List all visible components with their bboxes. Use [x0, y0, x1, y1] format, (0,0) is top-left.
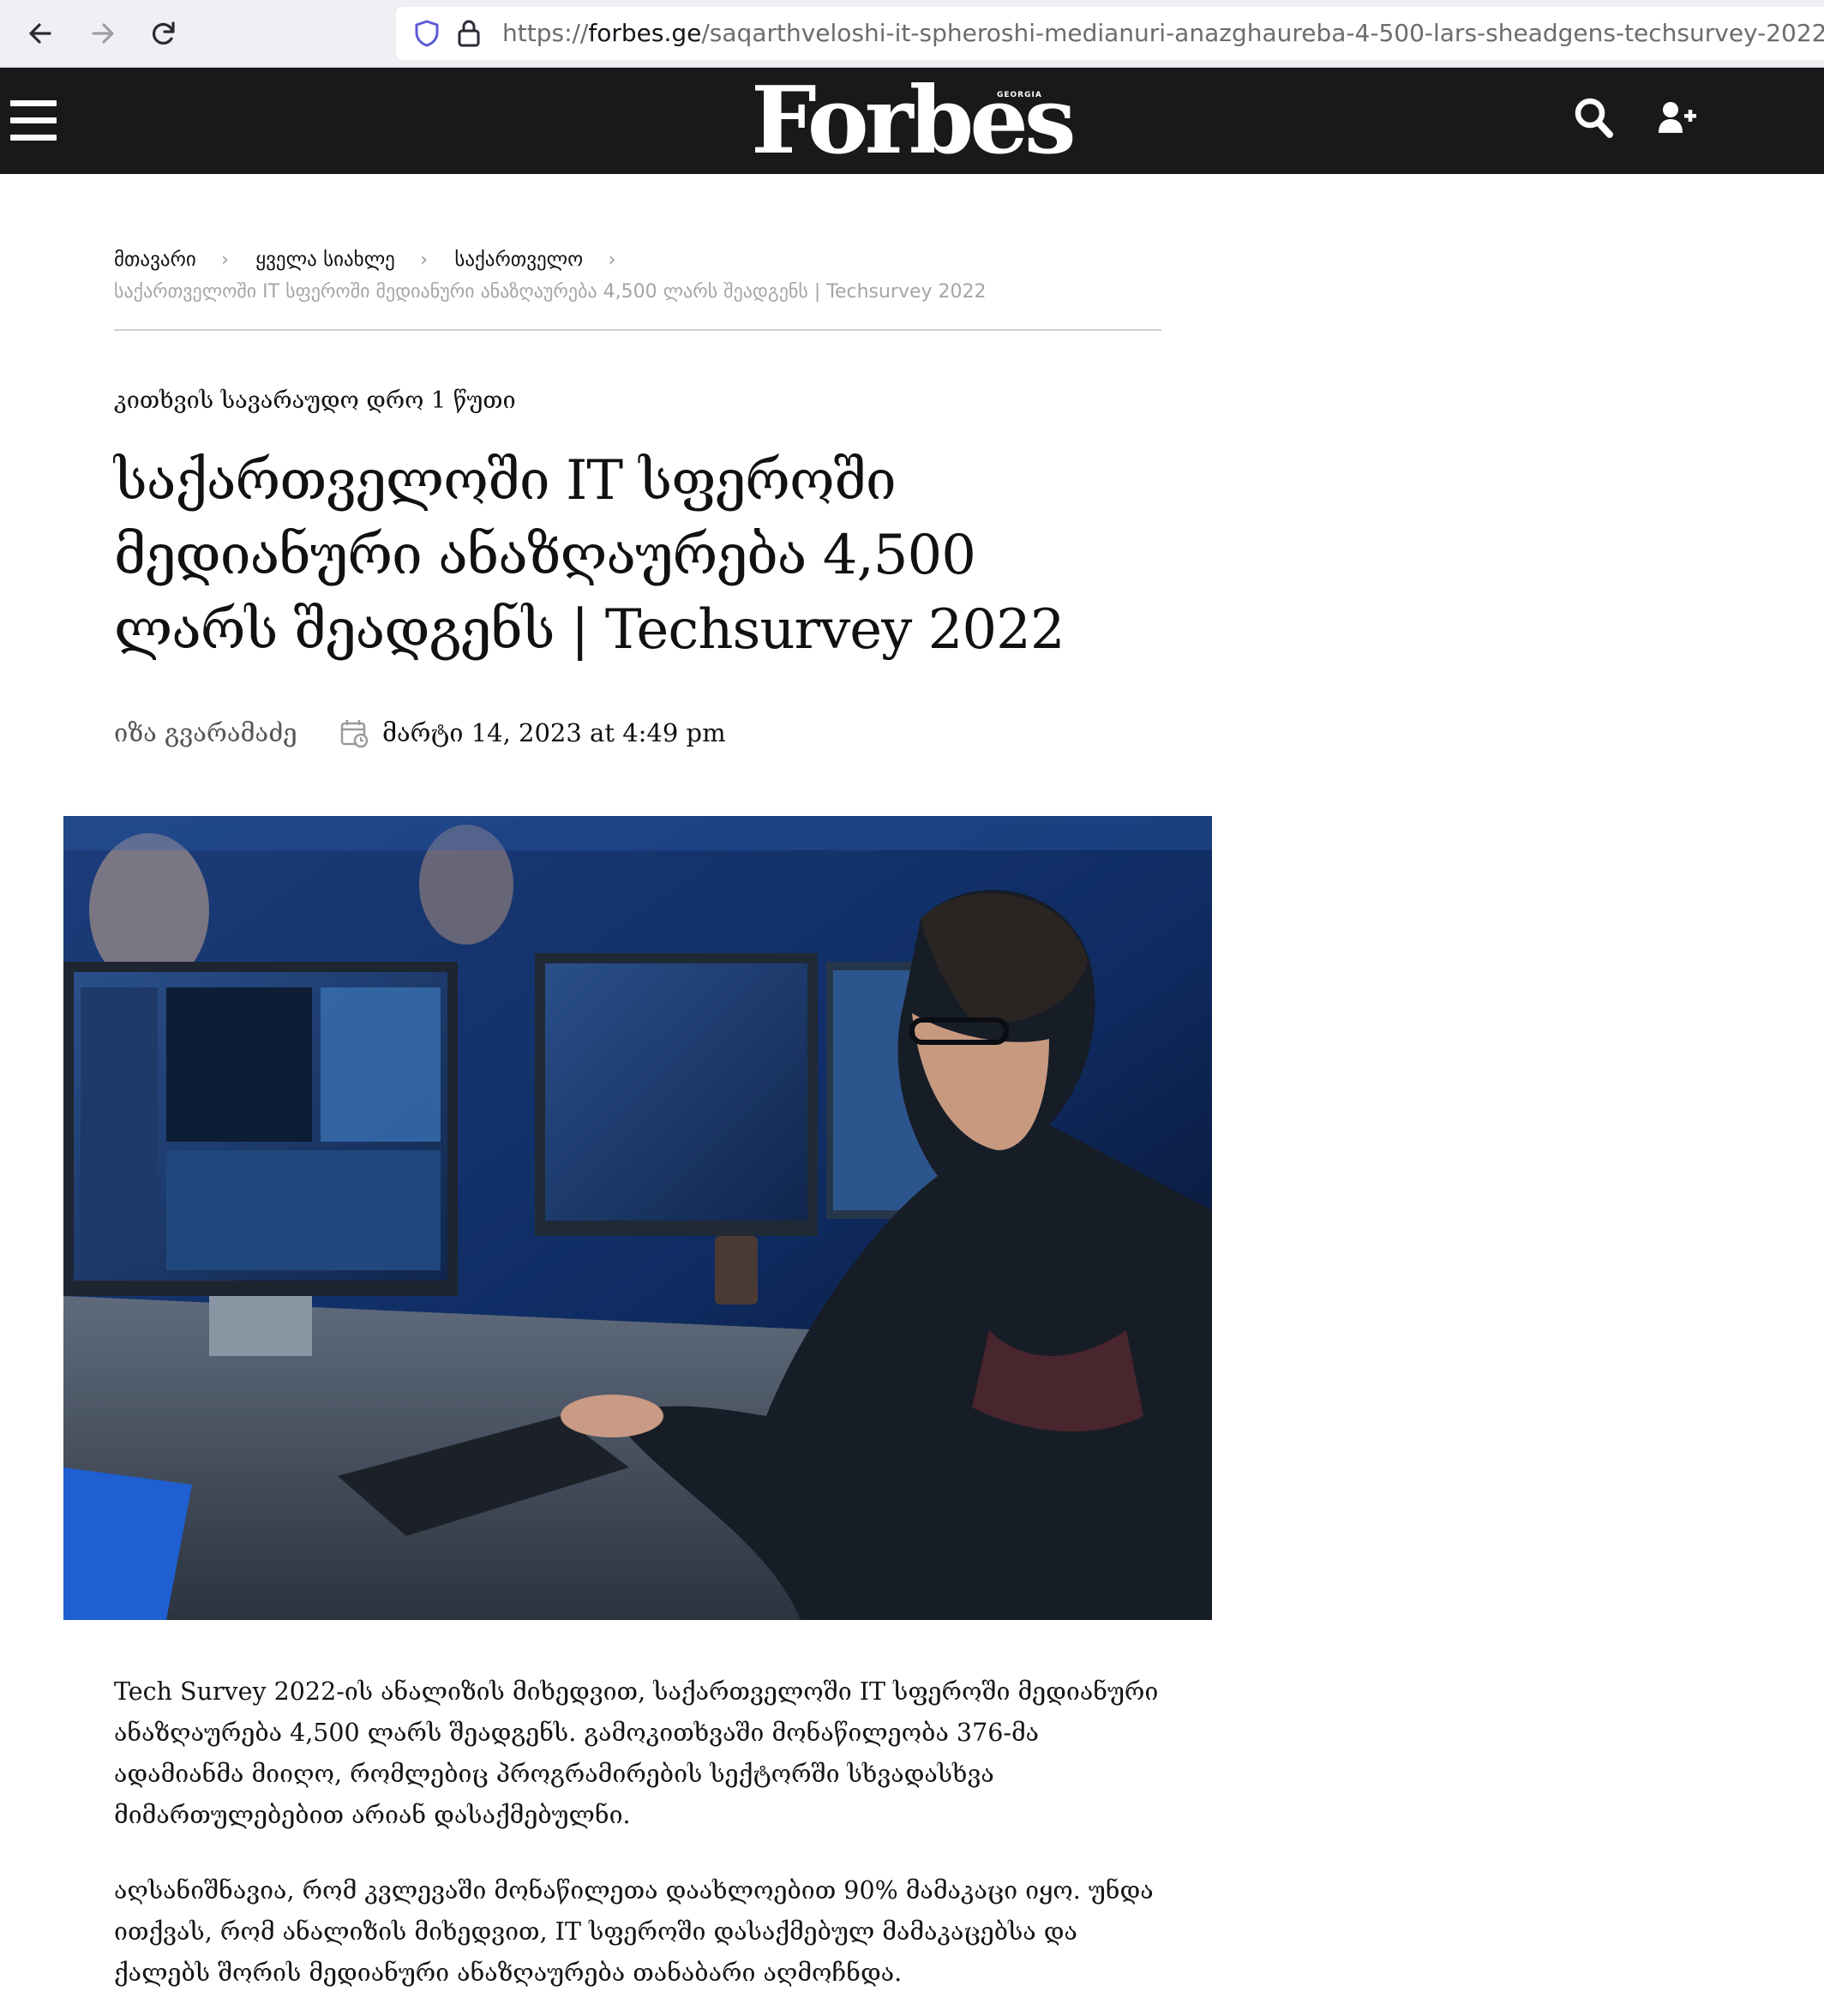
site-header: Forbes GEORGIA [0, 68, 1824, 174]
url-scheme: https:// [502, 19, 589, 47]
chevron-right-icon: › [608, 249, 616, 271]
lock-icon[interactable] [456, 18, 482, 49]
back-arrow-icon[interactable] [19, 12, 62, 55]
logo-subtitle: GEORGIA [997, 91, 1042, 99]
hamburger-menu-icon[interactable] [10, 100, 57, 141]
calendar-icon [340, 720, 369, 748]
breadcrumb-item-georgia[interactable]: საქართველო [454, 249, 583, 271]
breadcrumb-item-all-news[interactable]: ყველა სიახლე [255, 249, 395, 271]
author-name[interactable]: იზა გვარამაძე [114, 718, 297, 747]
publish-date: მარტი 14, 2023 at 4:49 pm [382, 718, 726, 747]
divider [114, 329, 1161, 331]
article-paragraph: Tech Survey 2022-ის ანალიზის მიხედვით, ს… [114, 1677, 1159, 1829]
chevron-right-icon: › [420, 249, 428, 271]
shield-icon[interactable] [411, 18, 442, 49]
chevron-right-icon: › [221, 249, 229, 271]
browser-toolbar: https://forbes.ge/saqarthveloshi-it-sphe… [0, 0, 1824, 68]
address-bar[interactable]: https://forbes.ge/saqarthveloshi-it-sphe… [396, 7, 1824, 60]
article-paragraph: აღსანიშნავია, რომ კვლევაში მონაწილეთა და… [114, 1876, 1154, 1987]
search-icon[interactable] [1572, 95, 1615, 143]
breadcrumb-item-home[interactable]: მთავარი [114, 249, 196, 271]
forward-arrow-icon[interactable] [81, 12, 124, 55]
article-hero-image [63, 816, 1212, 1620]
url-text[interactable]: https://forbes.ge/saqarthveloshi-it-sphe… [502, 7, 1824, 60]
reload-icon[interactable] [142, 12, 185, 55]
url-path: /saqarthveloshi-it-spheroshi-medianuri-a… [701, 19, 1824, 47]
reading-time: კითხვის სავარაუდო დრო 1 წუთი [114, 387, 516, 414]
breadcrumb-current-page: საქართველოში IT სფეროში მედიანური ანაზღა… [114, 281, 987, 303]
url-domain: forbes.ge [588, 19, 702, 47]
forbes-logo[interactable]: Forbes [751, 71, 1077, 171]
article-title: საქართველოში IT სფეროში მედიანური ანაზღა… [114, 449, 1065, 662]
breadcrumb: მთავარი › ყველა სიახლე › საქართველო › [114, 249, 636, 271]
add-user-icon[interactable] [1658, 100, 1697, 136]
